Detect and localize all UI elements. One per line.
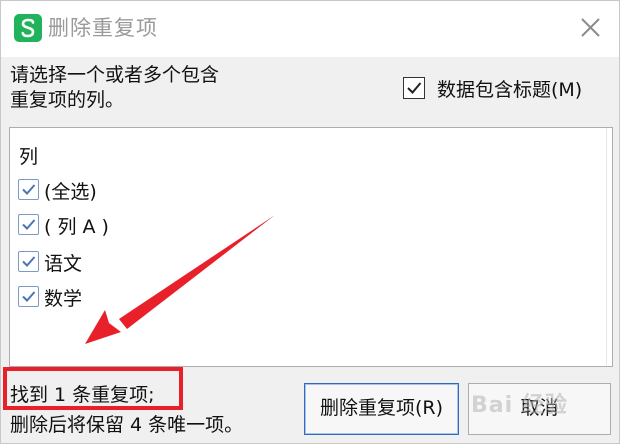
checkbox-label: 数据包含标题(M) xyxy=(437,79,583,101)
checkbox-box[interactable] xyxy=(18,179,39,200)
list-item-label: 数学 xyxy=(44,288,83,310)
checkbox-box[interactable] xyxy=(18,214,39,235)
list-item-label: ( 列 A ) xyxy=(44,216,109,238)
close-icon xyxy=(581,18,600,37)
dialog-title: 删除重复项 xyxy=(48,16,158,40)
instruction-line-2: 重复项的列。 xyxy=(10,89,125,111)
checkmark-icon xyxy=(407,82,422,94)
instruction-text: 请选择一个或者多个包含 重复项的列。 xyxy=(10,63,219,113)
spreadsheet-app-icon xyxy=(14,14,42,42)
list-item-label: (全选) xyxy=(44,181,97,203)
checkbox-box[interactable] xyxy=(403,77,425,99)
title-bar: 删除重复项 xyxy=(1,1,619,57)
checkbox-box[interactable] xyxy=(18,286,39,307)
column-list[interactable]: 列 (全选) ( 列 A ) 语文 数学 xyxy=(9,127,613,367)
remove-duplicates-button[interactable]: 删除重复项(R) xyxy=(304,383,459,435)
checkmark-icon xyxy=(22,291,36,302)
checkmark-icon xyxy=(22,256,36,267)
list-divider xyxy=(606,128,607,366)
checkbox-box[interactable] xyxy=(18,251,39,272)
list-item-label: 语文 xyxy=(44,253,83,275)
unique-kept-text: 删除后将保留 4 条唯一项。 xyxy=(10,414,244,436)
column-list-header: 列 xyxy=(19,146,39,168)
checkmark-icon xyxy=(22,219,36,230)
duplicates-found-text: 找到 1 条重复项; xyxy=(10,384,155,406)
remove-duplicates-dialog: 删除重复项 请选择一个或者多个包含 重复项的列。 数据包含标题(M) 列 (全选… xyxy=(0,0,620,444)
instruction-line-1: 请选择一个或者多个包含 xyxy=(10,64,220,86)
checkmark-icon xyxy=(22,184,36,195)
close-button[interactable] xyxy=(573,11,607,45)
cancel-button[interactable]: 取消 xyxy=(468,383,611,435)
